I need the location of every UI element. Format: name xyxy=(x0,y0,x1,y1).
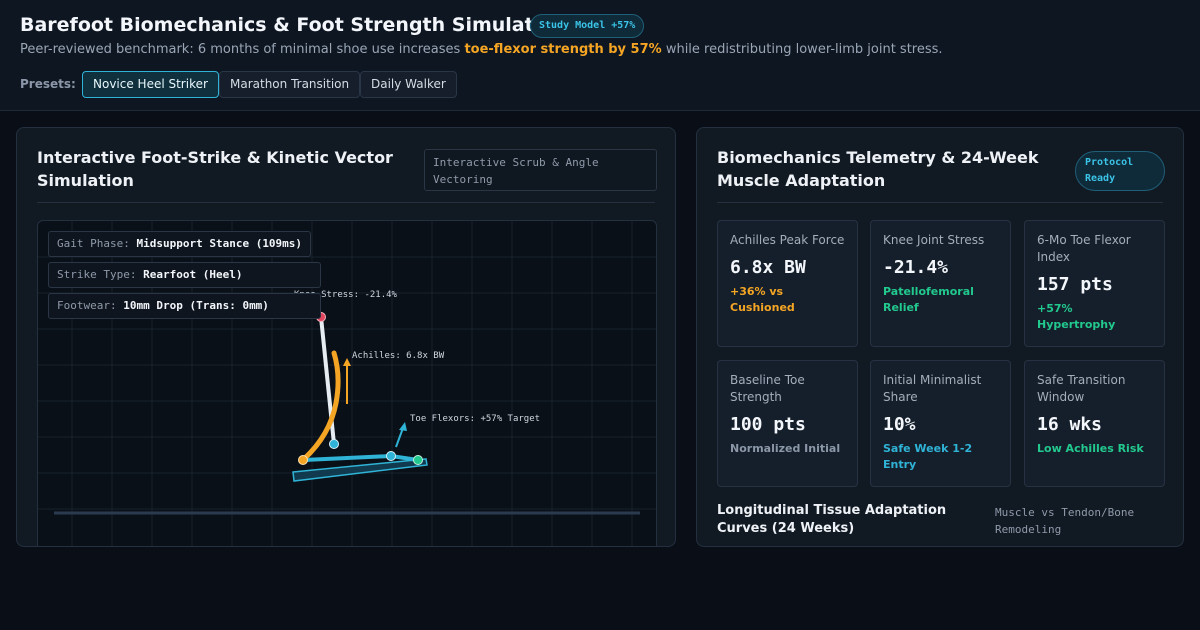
metric-label: 6-Mo Toe Flexor Index xyxy=(1037,233,1131,264)
toe-flexor-label: Toe Flexors: +57% Target xyxy=(410,414,540,424)
adaptation-curves-legend: Muscle vs Tendon/Bone Remodeling xyxy=(995,506,1135,536)
toe-flexor-arrow-head xyxy=(399,422,407,431)
subtitle-text-end: while redistributing lower-limb joint st… xyxy=(661,42,943,57)
app-title: Barefoot Biomechanics & Foot Strength Si… xyxy=(20,14,557,36)
gait-phase-value: Midsupport Stance (109ms) xyxy=(136,237,303,250)
telemetry-panel: Biomechanics Telemetry & 24-Week Muscle … xyxy=(696,127,1184,547)
metric-value: 16 wks xyxy=(1037,414,1103,435)
metatarsal-joint[interactable] xyxy=(386,451,396,461)
metric-label: Safe Transition Window xyxy=(1037,373,1126,404)
gait-phase-readout: Gait Phase: Midsupport Stance (109ms) xyxy=(48,231,312,257)
metric-delta: Patellofemoral Relief xyxy=(883,285,974,314)
subtitle-highlight: toe-flexor strength by 57% xyxy=(464,42,662,57)
metric-delta: Low Achilles Risk xyxy=(1037,442,1144,455)
presets-label: Presets: xyxy=(20,77,76,91)
strike-type-readout: Strike Type: Rearfoot (Heel) xyxy=(48,262,321,288)
foot-strike-stage[interactable]: Knee Stress: -21.4% Achilles: 6.8x BW To… xyxy=(37,220,657,546)
panel-divider xyxy=(37,202,655,203)
metric-label: Baseline Toe Strength xyxy=(730,373,805,404)
protocol-status-badge: Protocol Ready xyxy=(1075,151,1165,191)
shoe-sole xyxy=(292,458,428,482)
metric-delta: Safe Week 1-2 Entry xyxy=(883,442,973,471)
adaptation-curves-title: Longitudinal Tissue Adaptation Curves (2… xyxy=(717,503,947,536)
foot-segment xyxy=(303,454,392,462)
telemetry-title: Biomechanics Telemetry & 24-Week Muscle … xyxy=(717,148,1039,190)
metric-card-knee-stress: Knee Joint Stress -21.4% Patellofemoral … xyxy=(870,220,1011,347)
preset-marathon-transition[interactable]: Marathon Transition xyxy=(219,71,361,98)
metric-value: -21.4% xyxy=(883,257,949,278)
simulation-panel: Interactive Foot-Strike & Kinetic Vector… xyxy=(16,127,676,547)
metric-value: 6.8x BW xyxy=(730,257,806,278)
metric-value: 157 pts xyxy=(1037,274,1113,295)
preset-novice-heel-striker[interactable]: Novice Heel Striker xyxy=(82,71,219,98)
interactive-scrub-hint: Interactive Scrub & Angle Vectoring xyxy=(424,149,657,191)
study-model-badge: Study Model +57% xyxy=(530,14,645,38)
toe-joint[interactable] xyxy=(413,455,423,465)
metric-value: 10% xyxy=(883,414,916,435)
ankle-joint[interactable] xyxy=(329,439,339,449)
metric-value: 100 pts xyxy=(730,414,806,435)
panel-divider xyxy=(717,202,1163,203)
footwear-value: 10mm Drop (Trans: 0mm) xyxy=(123,299,269,312)
gait-phase-label: Gait Phase: xyxy=(57,237,130,250)
heel-contact-point[interactable] xyxy=(298,455,308,465)
metric-delta: +57% Hypertrophy xyxy=(1037,302,1116,331)
footwear-readout: Footwear: 10mm Drop (Trans: 0mm) xyxy=(48,293,321,319)
metric-delta: Normalized Initial xyxy=(730,442,841,455)
strike-type-label: Strike Type: xyxy=(57,268,137,281)
header-bar: Barefoot Biomechanics & Foot Strength Si… xyxy=(0,0,1200,111)
achilles-arrow-head xyxy=(343,358,351,366)
strike-type-value: Rearfoot (Heel) xyxy=(143,268,243,281)
metric-label: Achilles Peak Force xyxy=(730,233,845,247)
preset-daily-walker[interactable]: Daily Walker xyxy=(360,71,457,98)
achilles-label: Achilles: 6.8x BW xyxy=(352,351,445,361)
metric-card-minimalist-share: Initial Minimalist Share 10% Safe Week 1… xyxy=(870,360,1011,487)
footwear-label: Footwear: xyxy=(57,299,117,312)
benchmark-subtitle: Peer-reviewed benchmark: 6 months of min… xyxy=(20,42,943,57)
metric-delta: +36% vs Cushioned xyxy=(730,285,795,314)
metric-card-baseline-toe-strength: Baseline Toe Strength 100 pts Normalized… xyxy=(717,360,858,487)
metric-card-toe-flexor-index: 6-Mo Toe Flexor Index 157 pts +57% Hyper… xyxy=(1024,220,1165,347)
simulation-title: Interactive Foot-Strike & Kinetic Vector… xyxy=(37,148,393,190)
metric-card-transition-window: Safe Transition Window 16 wks Low Achill… xyxy=(1024,360,1165,487)
subtitle-text: Peer-reviewed benchmark: 6 months of min… xyxy=(20,42,465,57)
metric-label: Knee Joint Stress xyxy=(883,233,985,247)
metric-label: Initial Minimalist Share xyxy=(883,373,982,404)
metric-card-achilles-force: Achilles Peak Force 6.8x BW +36% vs Cush… xyxy=(717,220,858,347)
